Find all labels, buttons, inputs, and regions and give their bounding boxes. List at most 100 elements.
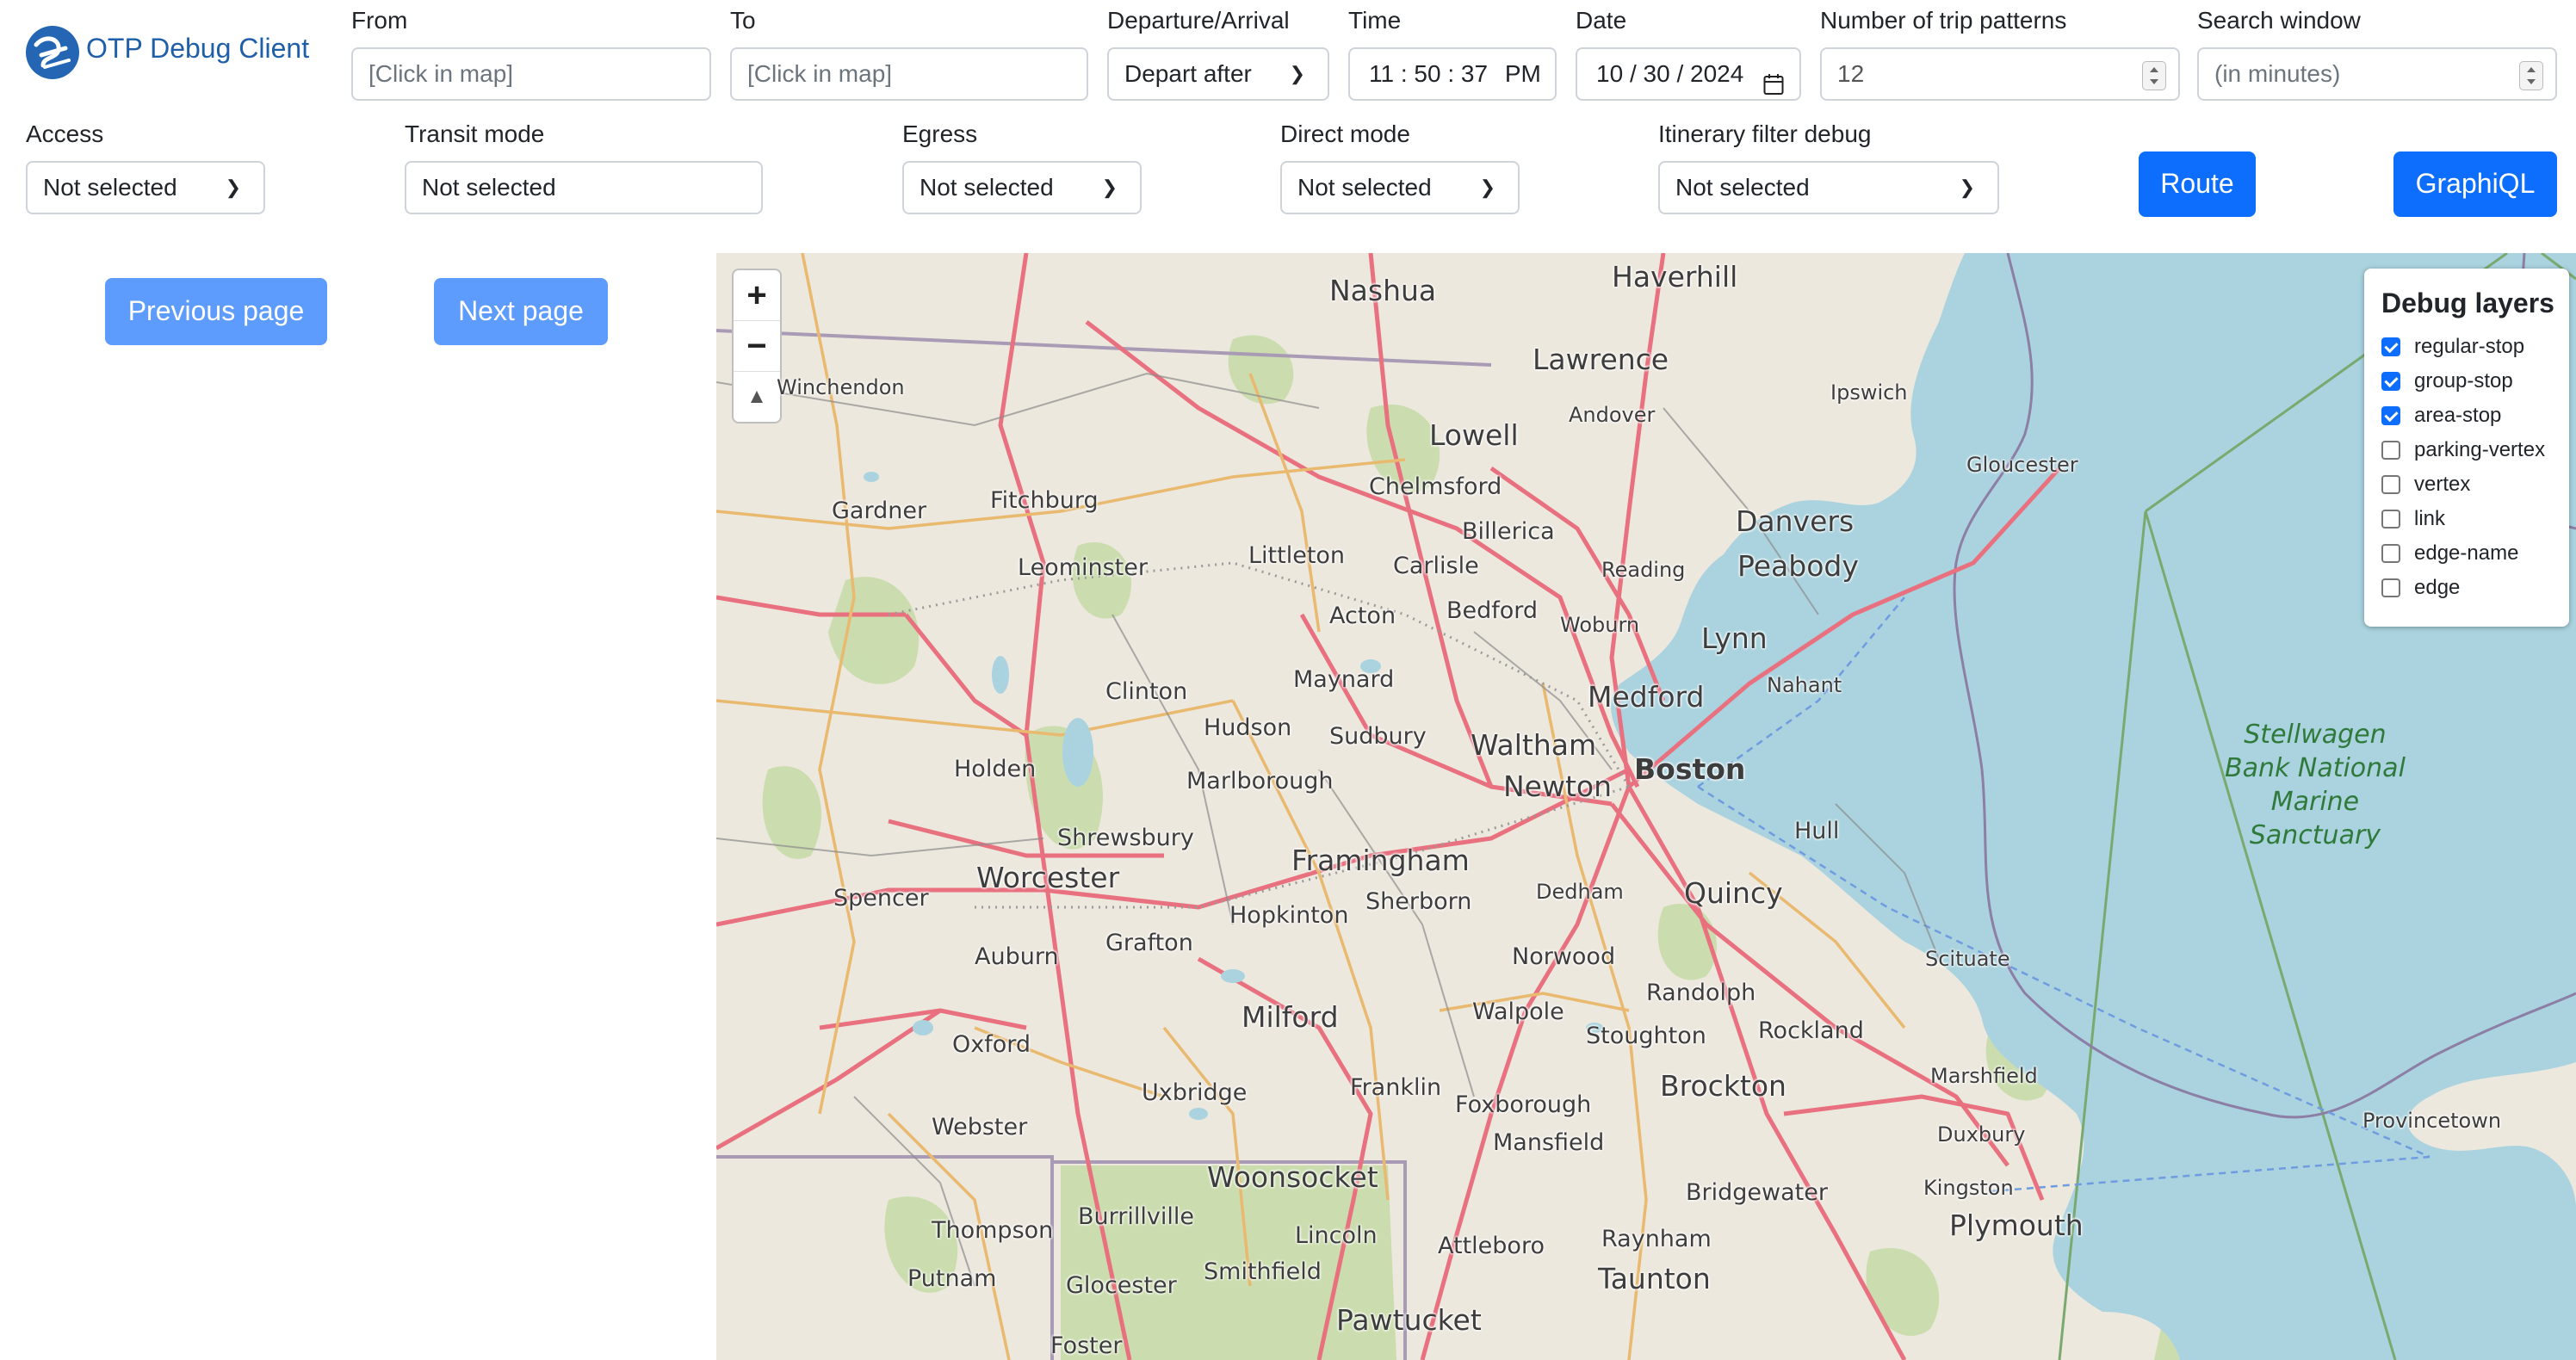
- transit-label: Transit mode: [405, 121, 545, 147]
- map-label: Gloucester: [1966, 453, 2078, 477]
- map-label: Andover: [1569, 403, 1656, 427]
- filter-debug-select[interactable]: Not selected ❯: [1658, 161, 1999, 214]
- from-input[interactable]: [Click in map]: [351, 47, 711, 101]
- date-month[interactable]: 10: [1596, 60, 1623, 87]
- checkbox-icon[interactable]: [2381, 441, 2400, 460]
- time-hours[interactable]: 11: [1369, 60, 1394, 87]
- time-ampm[interactable]: PM: [1505, 60, 1541, 87]
- chevron-down-icon: ❯: [1479, 176, 1495, 198]
- map-label: Maynard: [1293, 666, 1395, 693]
- from-label: From: [351, 7, 408, 34]
- map-label: Pawtucket: [1336, 1303, 1482, 1337]
- map-label: Haverhill: [1612, 260, 1738, 294]
- map-label: Lincoln: [1295, 1222, 1378, 1249]
- graphiql-button[interactable]: GraphiQL: [2393, 151, 2557, 217]
- map-label: Worcester: [976, 861, 1120, 894]
- egress-select[interactable]: Not selected ❯: [902, 161, 1142, 214]
- search-window-placeholder: (in minutes): [2214, 60, 2341, 87]
- map-label: Brockton: [1660, 1069, 1786, 1103]
- date-day[interactable]: 30: [1644, 60, 1670, 87]
- map-label: Lowell: [1429, 418, 1519, 452]
- checkbox-icon[interactable]: [2381, 337, 2400, 356]
- layer-edge[interactable]: edge: [2381, 571, 2569, 605]
- sanctuary-label: Stellwagen Bank National Marine Sanctuar…: [2225, 718, 2406, 852]
- date-year[interactable]: 2024: [1690, 60, 1743, 87]
- map-label: Holden: [954, 756, 1037, 782]
- egress-label: Egress: [902, 121, 978, 147]
- egress-value: Not selected: [920, 174, 1054, 201]
- map-label: Randolph: [1646, 980, 1756, 1006]
- route-button[interactable]: Route: [2139, 151, 2256, 217]
- map-label: Gardner: [832, 498, 927, 524]
- calendar-icon[interactable]: [1763, 63, 1784, 95]
- app-title[interactable]: OTP Debug Client: [86, 33, 309, 65]
- date-sep: /: [1676, 60, 1684, 87]
- layer-label: edge: [2414, 576, 2461, 599]
- layer-label: regular-stop: [2414, 335, 2525, 358]
- map-label: Danvers: [1736, 504, 1855, 538]
- map-label: Lynn: [1701, 621, 1768, 655]
- sanctuary-line: Sanctuary: [2249, 820, 2381, 850]
- zoom-out-button[interactable]: −: [734, 321, 780, 372]
- sanctuary-line: Bank National: [2225, 753, 2406, 783]
- time-minutes[interactable]: 50: [1414, 60, 1440, 87]
- layer-label: vertex: [2414, 473, 2471, 496]
- layer-edge-name[interactable]: edge-name: [2381, 536, 2569, 571]
- map-label: Woonsocket: [1207, 1160, 1378, 1194]
- layer-vertex[interactable]: vertex: [2381, 467, 2569, 502]
- map-label: Scituate: [1925, 947, 2010, 971]
- chevron-down-icon: ❯: [1959, 176, 1975, 198]
- checkbox-icon[interactable]: [2381, 510, 2400, 529]
- departure-value: Depart after: [1124, 60, 1252, 87]
- zoom-in-button[interactable]: +: [734, 270, 780, 321]
- checkbox-icon[interactable]: [2381, 544, 2400, 563]
- departure-label: Departure/Arrival: [1107, 7, 1290, 34]
- checkbox-icon[interactable]: [2381, 406, 2400, 425]
- compass-icon[interactable]: ▲: [734, 372, 780, 422]
- layer-parking-vertex[interactable]: parking-vertex: [2381, 433, 2569, 467]
- date-input[interactable]: 10 / 30 / 2024: [1576, 47, 1801, 101]
- layer-link[interactable]: link: [2381, 502, 2569, 536]
- map-label: Newton: [1503, 770, 1613, 803]
- layer-regular-stop[interactable]: regular-stop: [2381, 330, 2569, 364]
- map-label: Waltham: [1471, 728, 1597, 762]
- zoom-control: + − ▲: [732, 269, 782, 423]
- direct-select[interactable]: Not selected ❯: [1280, 161, 1520, 214]
- map-label: Spencer: [833, 885, 929, 912]
- time-input[interactable]: 11 : 50 : 37 PM: [1348, 47, 1557, 101]
- layer-area-stop[interactable]: area-stop: [2381, 399, 2569, 433]
- map-label: Mansfield: [1493, 1129, 1605, 1156]
- filter-debug-value: Not selected: [1675, 174, 1810, 201]
- layer-label: link: [2414, 507, 2446, 530]
- number-spinner-icon[interactable]: [2142, 61, 2166, 90]
- checkbox-icon[interactable]: [2381, 578, 2400, 597]
- direct-label: Direct mode: [1280, 121, 1410, 147]
- next-page-button[interactable]: Next page: [434, 278, 608, 345]
- map-label: Carlisle: [1393, 553, 1479, 579]
- otp-logo-icon: [26, 26, 79, 79]
- time-sep: :: [1447, 60, 1461, 87]
- direct-value: Not selected: [1297, 174, 1432, 201]
- map-label: Auburn: [975, 943, 1059, 970]
- search-window-input[interactable]: (in minutes): [2197, 47, 2557, 101]
- transit-select[interactable]: Not selected: [405, 161, 763, 214]
- chevron-down-icon: ❯: [1289, 63, 1305, 84]
- departure-select[interactable]: Depart after ❯: [1107, 47, 1329, 101]
- map-label: Hopkinton: [1229, 902, 1349, 929]
- map-label: Stoughton: [1586, 1023, 1706, 1049]
- map-label: Quincy: [1684, 876, 1783, 910]
- previous-page-button[interactable]: Previous page: [105, 278, 327, 345]
- app-logo[interactable]: [24, 24, 81, 81]
- checkbox-icon[interactable]: [2381, 475, 2400, 494]
- to-input[interactable]: [Click in map]: [730, 47, 1088, 101]
- access-select[interactable]: Not selected ❯: [26, 161, 265, 214]
- map-label: Lawrence: [1533, 343, 1669, 376]
- map[interactable]: + − ▲ Nashua Haverhill Lawrence Ipswich …: [716, 253, 2576, 1360]
- map-label: Marlborough: [1186, 768, 1334, 794]
- map-label: Sudbury: [1329, 723, 1427, 750]
- num-patterns-input[interactable]: 12: [1820, 47, 2180, 101]
- layer-group-stop[interactable]: group-stop: [2381, 364, 2569, 399]
- checkbox-icon[interactable]: [2381, 372, 2400, 391]
- number-spinner-icon[interactable]: [2519, 61, 2543, 90]
- time-seconds[interactable]: 37: [1461, 60, 1488, 87]
